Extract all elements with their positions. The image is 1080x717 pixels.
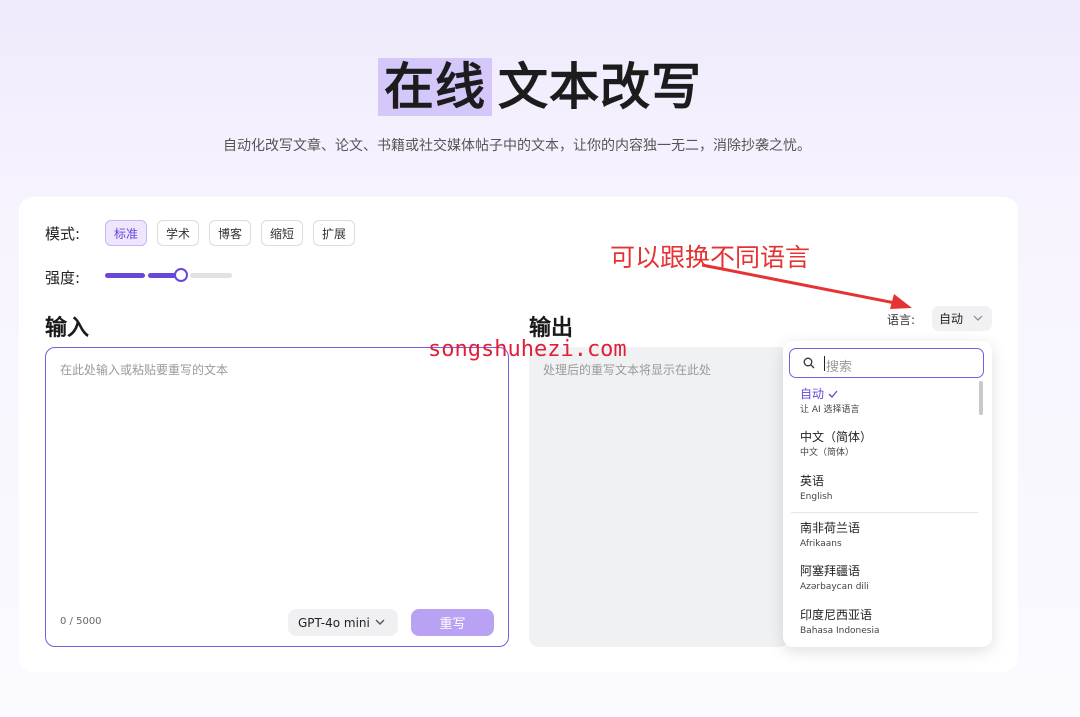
- language-option-chinese-simplified[interactable]: 中文（简体） 中文（简体）: [800, 430, 872, 460]
- language-option-azerbaijani[interactable]: 阿塞拜疆语 Azərbaycan dili: [800, 564, 869, 594]
- language-label: 语言:: [887, 313, 916, 327]
- dropdown-divider: [791, 512, 978, 513]
- language-search-placeholder: 搜索: [826, 360, 853, 375]
- language-option-auto[interactable]: 自动 让 AI 选择语言: [800, 387, 860, 417]
- mode-button-blog[interactable]: 博客: [209, 220, 251, 246]
- language-option-name: 英语: [800, 474, 825, 488]
- language-option-native: Bahasa Indonesia: [800, 626, 880, 636]
- language-option-native: 让 AI 选择语言: [800, 405, 860, 415]
- language-search-input[interactable]: 搜索: [789, 348, 984, 378]
- language-option-english[interactable]: 英语 English: [800, 474, 833, 504]
- input-title: 输入: [45, 316, 90, 341]
- language-select[interactable]: 自动: [932, 306, 992, 331]
- strength-segment-1[interactable]: [105, 273, 145, 278]
- text-caret: [824, 356, 825, 371]
- check-icon: [828, 390, 838, 398]
- model-select-value: GPT-4o mini: [298, 615, 370, 630]
- language-option-native: 中文（简体）: [800, 448, 855, 458]
- rewrite-button[interactable]: 重写: [411, 609, 494, 636]
- strength-label: 强度:: [45, 269, 81, 287]
- language-option-name: 南非荷兰语: [800, 521, 861, 535]
- language-option-name: 自动: [800, 387, 825, 401]
- mode-button-standard[interactable]: 标准: [105, 220, 147, 246]
- char-counter: 0 / 5000: [60, 616, 102, 627]
- search-icon: [803, 357, 815, 369]
- title-text: 文本改写: [498, 58, 702, 116]
- language-select-value: 自动: [939, 312, 964, 326]
- output-area: [529, 347, 789, 647]
- page-subtitle: 自动化改写文章、论文、书籍或社交媒体帖子中的文本，让你的内容独一无二，消除抄袭之…: [223, 138, 811, 154]
- language-option-name: 中文（简体）: [800, 430, 873, 444]
- title-highlight: 在线: [378, 58, 492, 116]
- language-option-name: 阿塞拜疆语: [800, 564, 861, 578]
- language-option-native: Afrikaans: [800, 539, 842, 549]
- language-option-indonesian[interactable]: 印度尼西亚语 Bahasa Indonesia: [800, 608, 880, 638]
- language-option-native: Azərbaycan dili: [800, 582, 869, 592]
- strength-slider-handle[interactable]: [174, 268, 188, 282]
- output-placeholder: 处理后的重写文本将显示在此处: [543, 363, 712, 377]
- dropdown-scrollbar[interactable]: [979, 381, 983, 415]
- mode-label: 模式:: [45, 225, 81, 243]
- language-option-name: 印度尼西亚语: [800, 608, 873, 622]
- language-dropdown: 搜索 自动 让 AI 选择语言 中文（简体） 中文（简体） 英语 English…: [783, 341, 992, 647]
- mode-button-expand[interactable]: 扩展: [313, 220, 355, 246]
- chevron-down-icon: [375, 619, 385, 625]
- language-option-afrikaans[interactable]: 南非荷兰语 Afrikaans: [800, 521, 860, 551]
- input-textarea[interactable]: [45, 347, 509, 647]
- strength-segment-3[interactable]: [190, 273, 232, 278]
- annotation-arrow-icon: [701, 263, 912, 309]
- mode-button-shorten[interactable]: 缩短: [261, 220, 303, 246]
- language-option-native: English: [800, 492, 833, 502]
- mode-button-academic[interactable]: 学术: [157, 220, 199, 246]
- watermark-text: songshuhezi.com: [428, 337, 627, 362]
- page-title: 在线 文本改写: [0, 52, 1080, 122]
- chevron-down-icon: [973, 315, 983, 321]
- input-placeholder: 在此处输入或粘贴要重写的文本: [60, 363, 229, 377]
